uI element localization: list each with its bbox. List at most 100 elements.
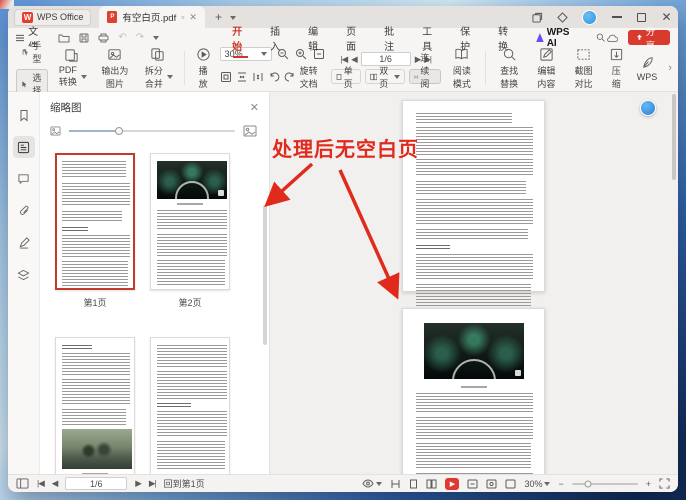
rotate-right-icon[interactable] — [284, 70, 296, 84]
hand-tool-label: 手型 — [31, 39, 43, 65]
fit-height-icon[interactable] — [252, 70, 264, 84]
share-button[interactable]: 分享 — [628, 30, 670, 45]
hand-tool-button[interactable]: 手型 — [16, 37, 48, 67]
next-page-icon[interactable]: ▶ — [415, 54, 421, 65]
new-tab-button[interactable]: + — [215, 10, 222, 24]
bookmarks-icon[interactable] — [13, 104, 35, 126]
tab-insert[interactable]: 插入 — [269, 21, 288, 55]
double-page-button[interactable]: 双页 — [365, 69, 405, 84]
status-double-page-icon[interactable] — [426, 479, 437, 489]
status-next-page-icon[interactable]: ▶ — [135, 478, 141, 489]
export-image-label: 输出为图片 — [100, 64, 130, 90]
pdf-file-icon: P — [107, 11, 117, 23]
tab-convert[interactable]: 转换 — [497, 21, 516, 55]
continuous-read-button[interactable]: 连续阅读 — [409, 69, 441, 84]
read-mode-label: 阅读模式 — [450, 64, 474, 90]
signature-icon[interactable] — [13, 232, 35, 254]
split-merge-button[interactable]: 拆分合并 — [139, 45, 177, 92]
status-last-page-icon[interactable]: ▶| — [149, 478, 156, 489]
thumbnail-page-2[interactable] — [150, 153, 230, 290]
tab-protect[interactable]: 保护 — [459, 21, 478, 55]
comments-icon[interactable] — [13, 168, 35, 190]
tab-tools[interactable]: 工具 — [421, 21, 440, 55]
fullscreen-icon[interactable] — [659, 478, 670, 489]
quick-access-dropdown-icon[interactable] — [153, 36, 159, 43]
eye-protect-button[interactable] — [362, 479, 382, 488]
eye-icon — [362, 479, 374, 488]
pdf-convert-icon — [64, 48, 79, 63]
status-prev-page-icon[interactable]: ◀ — [52, 478, 58, 489]
cloud-icon[interactable] — [606, 33, 618, 43]
status-fit-height-icon[interactable] — [505, 479, 516, 489]
status-fit-page-icon[interactable] — [467, 479, 478, 489]
edit-content-button[interactable]: 编辑内容 — [530, 45, 562, 92]
thumbnail-list: 第1页 第2页 — [40, 145, 269, 474]
close-tab-icon[interactable]: ✕ — [189, 12, 197, 23]
status-page-field[interactable]: 1/6 — [65, 477, 127, 490]
wps-more-button[interactable]: WPS — [633, 53, 662, 84]
panel-close-icon[interactable]: ✕ — [250, 101, 259, 114]
maximize-button[interactable] — [636, 12, 647, 23]
eye-dropdown-icon — [376, 482, 382, 489]
layers-icon[interactable] — [13, 264, 35, 286]
status-zoom-out-button[interactable]: − — [558, 479, 563, 489]
tab-comment[interactable]: 批注 — [383, 21, 402, 55]
tab-home[interactable]: 开始 — [231, 21, 250, 55]
slider-handle[interactable] — [115, 127, 123, 135]
thumbnail-page-1[interactable] — [55, 153, 135, 290]
open-folder-icon[interactable] — [58, 33, 70, 43]
thumbnail-page-4[interactable] — [150, 337, 230, 474]
status-continuous-icon[interactable] — [390, 479, 401, 489]
minimize-button[interactable] — [611, 12, 622, 23]
play-button[interactable]: 播放 — [192, 45, 215, 92]
sidebar-toggle-icon[interactable] — [16, 478, 29, 489]
thumbnail-page-3[interactable] — [55, 337, 135, 474]
floating-avatar[interactable] — [640, 100, 656, 116]
thumbnail-size-slider[interactable] — [69, 130, 235, 132]
rotate-document-button[interactable]: 旋转文档 — [300, 64, 326, 90]
status-single-page-icon[interactable] — [409, 479, 418, 489]
status-fit-width-icon[interactable] — [486, 479, 497, 489]
play-icon — [196, 47, 211, 62]
ribbon-expand-icon[interactable]: › — [668, 62, 672, 74]
status-play-button[interactable]: ▶ — [445, 478, 459, 490]
search-icon[interactable] — [596, 32, 605, 43]
split-merge-dropdown-icon — [167, 75, 173, 82]
export-image-button[interactable]: 输出为图片 — [96, 45, 134, 92]
redo-icon[interactable]: ↷ — [136, 32, 144, 43]
actual-size-icon[interactable] — [220, 70, 232, 84]
print-icon[interactable] — [98, 33, 109, 43]
tab-page[interactable]: 页面 — [345, 21, 364, 55]
panel-scrollbar[interactable] — [263, 205, 267, 474]
tab-edit[interactable]: 编辑 — [307, 21, 326, 55]
annotation-text: 处理后无空白页 — [272, 133, 419, 162]
status-zoom-slider-handle[interactable] — [585, 480, 592, 487]
share-icon — [636, 34, 643, 42]
split-merge-label: 拆分合并 — [143, 64, 165, 90]
document-tab[interactable]: P 有空白页.pdf ▫ ✕ — [99, 6, 205, 28]
rotate-left-icon[interactable] — [268, 70, 280, 84]
status-zoom-slider[interactable] — [572, 483, 638, 485]
screenshot-compare-button[interactable]: 截图对比 — [568, 45, 600, 92]
tab-wps-ai[interactable]: WPS AI — [535, 25, 577, 51]
zoom-in-icon[interactable] — [294, 47, 308, 61]
compress-button[interactable]: 压缩 — [605, 45, 628, 92]
status-zoom-in-button[interactable]: + — [646, 479, 651, 489]
undo-icon[interactable]: ↶ — [118, 32, 126, 43]
double-page-label: 双页 — [379, 64, 391, 90]
status-bar: |◀ ◀ 1/6 ▶ ▶| 回到第1页 ▶ 30% − + — [8, 474, 678, 492]
pdf-convert-button[interactable]: PDF转换 — [53, 46, 91, 90]
tab-preview-icon[interactable]: ▫ — [181, 12, 184, 22]
close-button[interactable]: ✕ — [661, 12, 672, 23]
main-scrollbar[interactable] — [672, 94, 676, 461]
status-zoom-select[interactable]: 30% — [524, 479, 550, 489]
status-first-page-icon[interactable]: |◀ — [37, 478, 44, 489]
fit-width-icon[interactable] — [236, 70, 248, 84]
back-to-first-page-button[interactable]: 回到第1页 — [164, 477, 205, 490]
single-page-icon — [336, 72, 342, 82]
document-page-2 — [402, 308, 545, 474]
save-icon[interactable] — [79, 33, 89, 43]
single-page-button[interactable]: 单页 — [331, 69, 361, 84]
thumbnails-icon[interactable] — [13, 136, 35, 158]
attachment-icon[interactable] — [13, 200, 35, 222]
